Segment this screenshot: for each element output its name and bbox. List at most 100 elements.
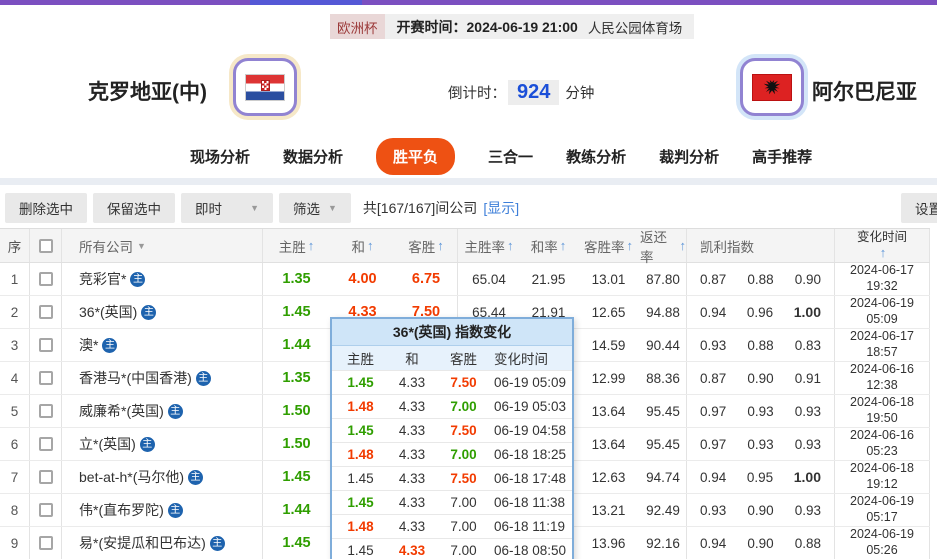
header-cell-8[interactable]: 和率↑ (520, 229, 577, 262)
sort-up-icon[interactable]: ↑ (560, 238, 567, 253)
row-index: 3 (0, 329, 30, 361)
change-time: 19:12 (866, 477, 897, 493)
company-name[interactable]: 36*(英国) (79, 302, 137, 322)
header-label: 所有公司 (79, 236, 133, 256)
select-all-checkbox[interactable] (39, 239, 53, 253)
company-cell: 竞彩官*主 (62, 263, 263, 295)
row-checkbox[interactable] (39, 272, 53, 286)
header-cell-10[interactable]: 返还率↑ (640, 229, 687, 262)
nav-tab-2[interactable]: 数据分析 (283, 146, 343, 167)
nav-tab-5[interactable]: 教练分析 (566, 146, 626, 167)
away-rate: 13.64 (577, 395, 640, 427)
popup-draw-odds: 4.33 (389, 543, 435, 558)
popup-away-odds: 7.00 (435, 447, 492, 462)
row-checkbox[interactable] (39, 437, 53, 451)
away-rate: 13.01 (577, 263, 640, 295)
nav-tab-7[interactable]: 高手推荐 (752, 146, 812, 167)
company-name[interactable]: 立*(英国) (79, 434, 136, 454)
countdown-label: 倒计时： (448, 82, 506, 103)
popup-change-time: 06-18 17:48 (492, 471, 572, 486)
sort-up-icon[interactable]: ↑ (507, 238, 514, 253)
company-name[interactable]: bet-at-h*(马尔他) (79, 467, 184, 487)
nav-tab-6[interactable]: 裁判分析 (659, 146, 719, 167)
sort-up-icon[interactable]: ↑ (680, 238, 687, 253)
company-name[interactable]: 威廉希*(英国) (79, 401, 164, 421)
popup-header-1: 主胜 (332, 348, 389, 368)
kelly-home: 0.93 (700, 503, 726, 518)
header-cell-4[interactable]: 主胜↑ (263, 229, 330, 262)
change-time-cell: 2024-06-1819:12 (835, 461, 930, 493)
return-rate: 92.49 (640, 494, 687, 526)
popup-home-odds: 1.45 (332, 543, 389, 558)
popup-header-2: 和 (389, 348, 435, 368)
nav-tab-1[interactable]: 现场分析 (190, 146, 250, 167)
change-time: 12:38 (866, 378, 897, 394)
kelly-index-cell: 0.870.880.90 (687, 263, 835, 295)
change-date: 2024-06-18 (850, 461, 914, 477)
row-index: 8 (0, 494, 30, 526)
instant-dropdown[interactable]: 即时 ▼ (181, 193, 273, 223)
nav-tab-4[interactable]: 三合一 (488, 146, 533, 167)
show-link[interactable]: [显示] (483, 198, 519, 218)
popup-change-time: 06-18 11:19 (492, 519, 572, 534)
header-cell-6[interactable]: 客胜↑ (395, 229, 458, 262)
delete-selected-button[interactable]: 删除选中 (5, 193, 87, 223)
popup-change-time: 06-19 04:58 (492, 423, 572, 438)
popup-title: 36*(英国) 指数变化 (332, 319, 572, 346)
home-odds: 1.44 (282, 502, 310, 518)
change-time-cell: 2024-06-1819:50 (835, 395, 930, 427)
kelly-home: 0.97 (700, 404, 726, 419)
row-checkbox[interactable] (39, 536, 53, 550)
company-name[interactable]: 竞彩官* (79, 269, 126, 289)
away-rate: 13.21 (577, 494, 640, 526)
sort-up-icon[interactable]: ↑ (437, 238, 444, 253)
sort-up-icon[interactable]: ↑ (367, 238, 374, 253)
header-cell-12[interactable]: 变化时间↑ (835, 229, 930, 262)
home-badge-icon: 主 (140, 437, 155, 452)
settings-button[interactable]: 设置/选择 (901, 193, 937, 223)
row-checkbox-cell (30, 461, 62, 493)
row-checkbox[interactable] (39, 404, 53, 418)
row-checkbox[interactable] (39, 338, 53, 352)
kelly-draw: 0.93 (747, 404, 773, 419)
filter-caret-icon[interactable]: ▼ (137, 241, 146, 251)
company-name[interactable]: 易*(安提瓜和巴布达) (79, 533, 206, 553)
kelly-draw: 0.90 (747, 503, 773, 518)
row-checkbox-cell (30, 362, 62, 394)
change-time-cell: 2024-06-1905:26 (835, 527, 930, 559)
row-checkbox[interactable] (39, 503, 53, 517)
popup-change-time: 06-18 08:50 (492, 543, 572, 558)
home-odds-cell: 1.45 (263, 461, 330, 493)
header-cell-7[interactable]: 主胜率↑ (458, 229, 520, 262)
popup-home-odds: 1.48 (332, 447, 389, 462)
header-label: 和 (352, 236, 366, 256)
header-cell-2[interactable] (30, 229, 62, 262)
sort-up-icon[interactable]: ↑ (627, 238, 634, 253)
popup-away-odds: 7.50 (435, 471, 492, 486)
popup-draw-odds: 4.33 (389, 447, 435, 462)
change-date: 2024-06-17 (850, 263, 914, 279)
row-checkbox[interactable] (39, 371, 53, 385)
row-checkbox[interactable] (39, 305, 53, 319)
header-cell-3[interactable]: 所有公司 ▼ (62, 229, 263, 262)
header-cell-9[interactable]: 客胜率↑ (577, 229, 640, 262)
kelly-home: 0.97 (700, 437, 726, 452)
row-checkbox[interactable] (39, 470, 53, 484)
keep-selected-button[interactable]: 保留选中 (93, 193, 175, 223)
top-progress-bar (0, 0, 937, 5)
header-cell-5[interactable]: 和↑ (330, 229, 395, 262)
nav-tab-3[interactable]: 胜平负 (376, 138, 455, 175)
away-team-name: 阿尔巴尼亚 (812, 76, 917, 106)
sort-up-icon[interactable]: ↑ (308, 238, 315, 253)
company-name[interactable]: 伟*(直布罗陀) (79, 500, 164, 520)
header-label: 主胜 (279, 236, 306, 256)
away-rate: 13.64 (577, 428, 640, 460)
company-name[interactable]: 澳* (79, 335, 98, 355)
change-date: 2024-06-18 (850, 395, 914, 411)
sort-up-icon[interactable]: ↑ (880, 245, 887, 261)
company-name[interactable]: 香港马*(中国香港) (79, 368, 192, 388)
row-index: 2 (0, 296, 30, 328)
header-cell-1: 序 (0, 229, 30, 262)
filter-dropdown[interactable]: 筛选 ▼ (279, 193, 351, 223)
row-checkbox-cell (30, 296, 62, 328)
